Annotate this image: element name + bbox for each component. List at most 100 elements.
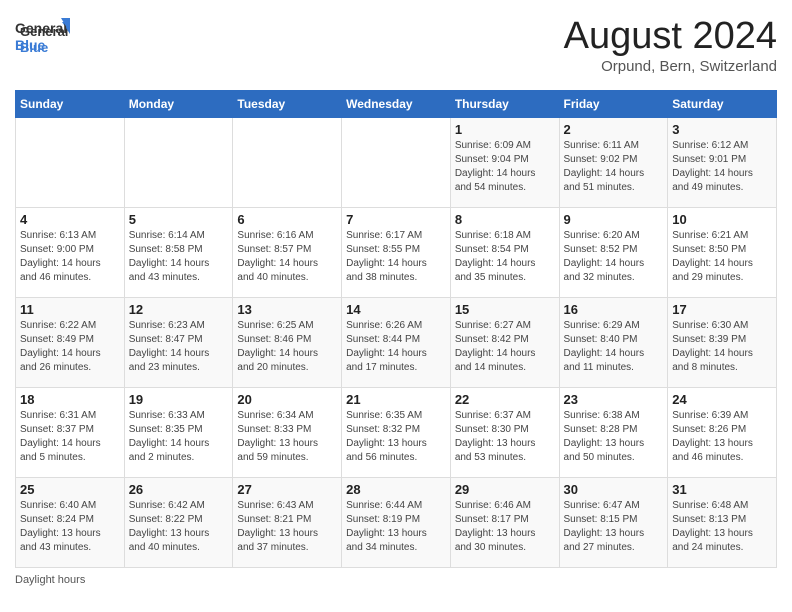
cell-w4d2: 27 Sunrise: 6:43 AM Sunset: 8:21 PM Dayli… bbox=[233, 478, 342, 568]
col-header-tuesday: Tuesday bbox=[233, 91, 342, 118]
cell-w1d5: 9 Sunrise: 6:20 AM Sunset: 8:52 PM Daylig… bbox=[559, 208, 668, 298]
cell-w3d1: 19 Sunrise: 6:33 AM Sunset: 8:35 PM Dayli… bbox=[124, 388, 233, 478]
cell-w2d4: 15 Sunrise: 6:27 AM Sunset: 8:42 PM Dayli… bbox=[450, 298, 559, 388]
day-details: Sunrise: 6:16 AM Sunset: 8:57 PM Dayligh… bbox=[237, 229, 337, 285]
day-num: 1 bbox=[455, 122, 555, 137]
svg-text:General: General bbox=[15, 20, 67, 36]
day-num: 20 bbox=[237, 392, 337, 407]
day-details: Sunrise: 6:30 AM Sunset: 8:39 PM Dayligh… bbox=[672, 319, 772, 375]
footer-daylight: Daylight hours bbox=[15, 574, 777, 586]
cell-w2d3: 14 Sunrise: 6:26 AM Sunset: 8:44 PM Dayli… bbox=[342, 298, 451, 388]
location-subtitle: Orpund, Bern, Switzerland bbox=[564, 58, 777, 75]
day-num: 19 bbox=[129, 392, 229, 407]
day-details: Sunrise: 6:35 AM Sunset: 8:32 PM Dayligh… bbox=[346, 409, 446, 465]
table-wrapper: SundayMondayTuesdayWednesdayThursdayFrid… bbox=[15, 90, 777, 586]
day-details: Sunrise: 6:22 AM Sunset: 8:49 PM Dayligh… bbox=[20, 319, 120, 375]
cell-w2d5: 16Sunrise: 6:29 AM Sunset: 8:40 PM Dayli… bbox=[559, 298, 668, 388]
day-num: 14 bbox=[346, 302, 446, 317]
cell-w1d4: 8 Sunrise: 6:18 AM Sunset: 8:54 PM Daylig… bbox=[450, 208, 559, 298]
week-1: 4 Sunrise: 6:13 AM Sunset: 9:00 PM Daylig… bbox=[16, 208, 777, 298]
day-details: Sunrise: 6:42 AM Sunset: 8:22 PM Dayligh… bbox=[129, 499, 229, 555]
cell-w4d1: 26Sunrise: 6:42 AM Sunset: 8:22 PM Dayli… bbox=[124, 478, 233, 568]
real-header-row: SundayMondayTuesdayWednesdayThursdayFrid… bbox=[16, 91, 777, 118]
cell-w1d0: 4 Sunrise: 6:13 AM Sunset: 9:00 PM Daylig… bbox=[16, 208, 125, 298]
cell-w4d0: 25Sunrise: 6:40 AM Sunset: 8:24 PM Dayli… bbox=[16, 478, 125, 568]
day-num: 17 bbox=[672, 302, 772, 317]
cell-w0d2 bbox=[233, 118, 342, 208]
cell-w0d5: 2 Sunrise: 6:11 AM Sunset: 9:02 PM Daylig… bbox=[559, 118, 668, 208]
day-details: Sunrise: 6:13 AM Sunset: 9:00 PM Dayligh… bbox=[20, 229, 120, 285]
day-num: 23 bbox=[564, 392, 664, 407]
cell-w0d3 bbox=[342, 118, 451, 208]
day-details: Sunrise: 6:21 AM Sunset: 8:50 PM Dayligh… bbox=[672, 229, 772, 285]
cell-w2d0: 11 Sunrise: 6:22 AM Sunset: 8:49 PM Dayli… bbox=[16, 298, 125, 388]
real-header-tr: SundayMondayTuesdayWednesdayThursdayFrid… bbox=[16, 91, 777, 118]
day-num: 21 bbox=[346, 392, 446, 407]
cell-w1d2: 6 Sunrise: 6:16 AM Sunset: 8:57 PM Daylig… bbox=[233, 208, 342, 298]
real-calendar-table: SundayMondayTuesdayWednesdayThursdayFrid… bbox=[15, 90, 777, 568]
day-details: Sunrise: 6:31 AM Sunset: 8:37 PM Dayligh… bbox=[20, 409, 120, 465]
day-details: Sunrise: 6:47 AM Sunset: 8:15 PM Dayligh… bbox=[564, 499, 664, 555]
day-details: Sunrise: 6:25 AM Sunset: 8:46 PM Dayligh… bbox=[237, 319, 337, 375]
week-0: 1 Sunrise: 6:09 AM Sunset: 9:04 PM Daylig… bbox=[16, 118, 777, 208]
day-details: Sunrise: 6:26 AM Sunset: 8:44 PM Dayligh… bbox=[346, 319, 446, 375]
day-details: Sunrise: 6:43 AM Sunset: 8:21 PM Dayligh… bbox=[237, 499, 337, 555]
day-num: 31 bbox=[672, 482, 772, 497]
cell-w4d5: 30 Sunrise: 6:47 AM Sunset: 8:15 PM Dayli… bbox=[559, 478, 668, 568]
day-details: Sunrise: 6:27 AM Sunset: 8:42 PM Dayligh… bbox=[455, 319, 555, 375]
day-details: Sunrise: 6:48 AM Sunset: 8:13 PM Dayligh… bbox=[672, 499, 772, 555]
cell-w3d3: 21 Sunrise: 6:35 AM Sunset: 8:32 PM Dayli… bbox=[342, 388, 451, 478]
day-num: 27 bbox=[237, 482, 337, 497]
cell-w1d3: 7Sunrise: 6:17 AM Sunset: 8:55 PM Daylig… bbox=[342, 208, 451, 298]
day-details: Sunrise: 6:33 AM Sunset: 8:35 PM Dayligh… bbox=[129, 409, 229, 465]
cell-w3d6: 24 Sunrise: 6:39 AM Sunset: 8:26 PM Dayli… bbox=[668, 388, 777, 478]
cell-w4d3: 28 Sunrise: 6:44 AM Sunset: 8:19 PM Dayli… bbox=[342, 478, 451, 568]
col-header-wednesday: Wednesday bbox=[342, 91, 451, 118]
cell-w3d0: 18 Sunrise: 6:31 AM Sunset: 8:37 PM Dayli… bbox=[16, 388, 125, 478]
cell-w2d2: 13Sunrise: 6:25 AM Sunset: 8:46 PM Dayli… bbox=[233, 298, 342, 388]
day-num: 11 bbox=[20, 302, 120, 317]
day-details: Sunrise: 6:11 AM Sunset: 9:02 PM Dayligh… bbox=[564, 139, 664, 195]
col-header-friday: Friday bbox=[559, 91, 668, 118]
day-num: 12 bbox=[129, 302, 229, 317]
day-num: 3 bbox=[672, 122, 772, 137]
day-details: Sunrise: 6:38 AM Sunset: 8:28 PM Dayligh… bbox=[564, 409, 664, 465]
day-details: Sunrise: 6:39 AM Sunset: 8:26 PM Dayligh… bbox=[672, 409, 772, 465]
day-num: 18 bbox=[20, 392, 120, 407]
day-num: 28 bbox=[346, 482, 446, 497]
day-num: 5 bbox=[129, 212, 229, 227]
right-title: August 2024 Orpund, Bern, Switzerland bbox=[564, 15, 777, 75]
col-header-thursday: Thursday bbox=[450, 91, 559, 118]
month-year-title: August 2024 bbox=[564, 15, 777, 58]
cell-w0d1 bbox=[124, 118, 233, 208]
cell-w4d6: 31 Sunrise: 6:48 AM Sunset: 8:13 PM Dayli… bbox=[668, 478, 777, 568]
day-num: 8 bbox=[455, 212, 555, 227]
day-num: 22 bbox=[455, 392, 555, 407]
day-details: Sunrise: 6:18 AM Sunset: 8:54 PM Dayligh… bbox=[455, 229, 555, 285]
day-details: Sunrise: 6:12 AM Sunset: 9:01 PM Dayligh… bbox=[672, 139, 772, 195]
week-3: 18 Sunrise: 6:31 AM Sunset: 8:37 PM Dayli… bbox=[16, 388, 777, 478]
day-num: 6 bbox=[237, 212, 337, 227]
day-num: 16 bbox=[564, 302, 664, 317]
day-num: 30 bbox=[564, 482, 664, 497]
real-header: General Blue August 2024 Orpund, Bern, S… bbox=[15, 15, 777, 75]
day-num: 24 bbox=[672, 392, 772, 407]
day-details: Sunrise: 6:20 AM Sunset: 8:52 PM Dayligh… bbox=[564, 229, 664, 285]
svg-text:Blue: Blue bbox=[15, 37, 46, 53]
day-num: 4 bbox=[20, 212, 120, 227]
day-details: Sunrise: 6:09 AM Sunset: 9:04 PM Dayligh… bbox=[455, 139, 555, 195]
week-2: 11 Sunrise: 6:22 AM Sunset: 8:49 PM Dayli… bbox=[16, 298, 777, 388]
cell-w4d4: 29Sunrise: 6:46 AM Sunset: 8:17 PM Dayli… bbox=[450, 478, 559, 568]
cell-w0d0 bbox=[16, 118, 125, 208]
week-4: 25Sunrise: 6:40 AM Sunset: 8:24 PM Dayli… bbox=[16, 478, 777, 568]
day-details: Sunrise: 6:44 AM Sunset: 8:19 PM Dayligh… bbox=[346, 499, 446, 555]
col-header-saturday: Saturday bbox=[668, 91, 777, 118]
real-calendar-body: 1 Sunrise: 6:09 AM Sunset: 9:04 PM Daylig… bbox=[16, 118, 777, 568]
day-num: 2 bbox=[564, 122, 664, 137]
day-num: 29 bbox=[455, 482, 555, 497]
cell-w0d6: 3 Sunrise: 6:12 AM Sunset: 9:01 PM Daylig… bbox=[668, 118, 777, 208]
day-num: 15 bbox=[455, 302, 555, 317]
cell-w3d2: 20Sunrise: 6:34 AM Sunset: 8:33 PM Dayli… bbox=[233, 388, 342, 478]
cell-w3d5: 23 Sunrise: 6:38 AM Sunset: 8:28 PM Dayli… bbox=[559, 388, 668, 478]
day-num: 9 bbox=[564, 212, 664, 227]
